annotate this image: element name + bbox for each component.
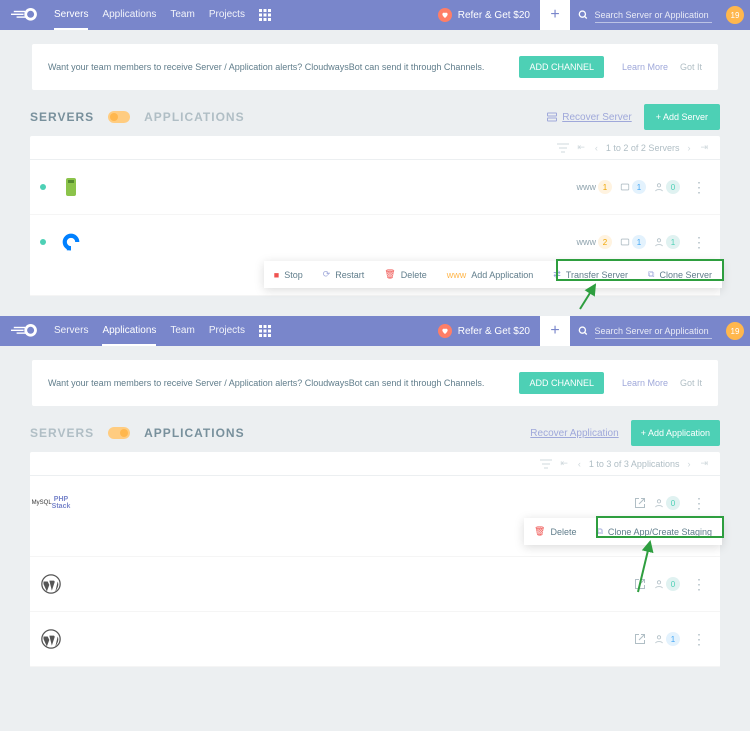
add-button[interactable]: + (540, 316, 570, 346)
nav-applications[interactable]: Applications (102, 317, 156, 346)
app-name-redacted (72, 626, 192, 652)
learn-more-link[interactable]: Learn More (622, 62, 668, 72)
learn-more-link[interactable]: Learn More (622, 378, 668, 388)
applications-card: ⇤ ‹ 1 to 3 of 3 Applications › ⇥ MySQLPH… (30, 452, 720, 667)
servers-card: ⇤ ‹ 1 to 2 of 2 Servers › ⇥ www1 1 0 ⋮ (30, 136, 720, 296)
view-toggle[interactable] (108, 111, 130, 123)
provider-digitalocean-icon (60, 231, 82, 253)
wordpress-icon (40, 628, 62, 650)
menu-transfer-server[interactable]: ⇄Transfer Server (543, 261, 638, 288)
add-server-button[interactable]: + Add Server (644, 104, 720, 130)
add-channel-button[interactable]: ADD CHANNEL (519, 56, 604, 78)
page-first-icon[interactable]: ⇤ (575, 142, 587, 153)
search-icon (578, 9, 589, 21)
stat-projects: 1 (620, 180, 646, 194)
open-external-icon[interactable] (634, 497, 646, 509)
refer-label: Refer & Get $20 (458, 10, 530, 21)
page-last-icon[interactable]: ⇥ (698, 142, 710, 153)
menu-delete[interactable]: 🗑Delete (374, 261, 436, 288)
page-next-icon[interactable]: › (685, 459, 692, 469)
pagination-label: 1 to 3 of 3 Applications (589, 459, 680, 469)
nav-team[interactable]: Team (170, 1, 194, 30)
sort-icon[interactable] (540, 459, 552, 469)
row-menu-button[interactable]: ⋮ (688, 576, 710, 593)
channels-alert: Want your team members to receive Server… (32, 44, 718, 90)
menu-restart[interactable]: ⟳Restart (313, 261, 375, 288)
got-it-button[interactable]: Got It (680, 378, 702, 388)
nav-projects[interactable]: Projects (209, 1, 245, 30)
refer-button[interactable]: Refer & Get $20 (428, 324, 540, 338)
nav-team[interactable]: Team (170, 317, 194, 346)
apps-grid-icon[interactable] (259, 325, 271, 337)
tab-applications[interactable]: APPLICATIONS (144, 426, 244, 440)
logo[interactable] (0, 7, 50, 23)
row-menu-button[interactable]: ⋮ (688, 234, 710, 251)
nav-servers[interactable]: Servers (54, 317, 88, 346)
server-name-redacted (92, 174, 212, 200)
server-context-menu: ■Stop ⟳Restart 🗑Delete wwwAdd Applicatio… (264, 261, 722, 288)
tab-servers[interactable]: SERVERS (30, 426, 94, 440)
row-menu-button[interactable]: ⋮ (688, 495, 710, 512)
wordpress-icon (40, 573, 62, 595)
open-external-icon[interactable] (634, 578, 646, 590)
php-stack-icon: MySQLPHP Stack (40, 492, 62, 514)
app-name-redacted (72, 571, 192, 597)
app-context-menu: 🗑Delete ⧉Clone App/Create Staging (524, 518, 722, 545)
recover-application-link[interactable]: Recover Application (530, 428, 618, 439)
server-row[interactable]: www2 1 1 ⋮ ■Stop ⟳Restart 🗑Delete wwwAdd… (30, 215, 720, 296)
notification-badge[interactable]: 19 (726, 6, 744, 24)
menu-clone-app[interactable]: ⧉Clone App/Create Staging (586, 518, 722, 545)
status-dot (40, 184, 46, 190)
logo[interactable] (0, 323, 50, 339)
search-icon (578, 325, 589, 337)
menu-add-application[interactable]: wwwAdd Application (437, 261, 544, 288)
page-prev-icon[interactable]: ‹ (593, 143, 600, 153)
view-toggle[interactable] (108, 427, 130, 439)
application-row[interactable]: MySQLPHP Stack 0 ⋮ 🗑Delete ⧉Clone App/Cr… (30, 476, 720, 557)
recover-icon (546, 111, 558, 123)
server-row[interactable]: www1 1 0 ⋮ (30, 160, 720, 215)
notification-badge[interactable]: 19 (726, 322, 744, 340)
heart-icon (438, 8, 452, 22)
nav-projects[interactable]: Projects (209, 317, 245, 346)
tab-servers[interactable]: SERVERS (30, 110, 94, 124)
app-name-redacted (72, 490, 192, 516)
menu-stop[interactable]: ■Stop (264, 261, 313, 288)
tab-applications[interactable]: APPLICATIONS (144, 110, 244, 124)
server-name-redacted (92, 229, 212, 255)
search-input[interactable] (595, 324, 712, 339)
page-last-icon[interactable]: ⇥ (698, 458, 710, 469)
nav-applications[interactable]: Applications (102, 1, 156, 30)
stat-www: www1 (577, 180, 613, 194)
stat-users: 0 (654, 180, 680, 194)
status-dot (40, 239, 46, 245)
add-application-button[interactable]: + Add Application (631, 420, 720, 446)
sort-icon[interactable] (557, 143, 569, 153)
got-it-button[interactable]: Got It (680, 62, 702, 72)
pagination-label: 1 to 2 of 2 Servers (606, 143, 680, 153)
menu-clone-server[interactable]: ⧉Clone Server (638, 261, 722, 288)
application-row[interactable]: 1 ⋮ (30, 612, 720, 667)
row-menu-button[interactable]: ⋮ (688, 179, 710, 196)
page-prev-icon[interactable]: ‹ (576, 459, 583, 469)
nav-servers[interactable]: Servers (54, 1, 88, 30)
application-row[interactable]: 0 ⋮ (30, 557, 720, 612)
alert-message: Want your team members to receive Server… (48, 62, 519, 72)
page-next-icon[interactable]: › (685, 143, 692, 153)
heart-icon (438, 324, 452, 338)
open-external-icon[interactable] (634, 633, 646, 645)
provider-icon (60, 176, 82, 198)
add-button[interactable]: + (540, 0, 570, 30)
row-menu-button[interactable]: ⋮ (688, 631, 710, 648)
recover-server-link[interactable]: Recover Server (546, 111, 631, 123)
refer-button[interactable]: Refer & Get $20 (428, 8, 540, 22)
channels-alert: Want your team members to receive Server… (32, 360, 718, 406)
apps-grid-icon[interactable] (259, 9, 271, 21)
menu-delete[interactable]: 🗑Delete (524, 518, 586, 545)
page-first-icon[interactable]: ⇤ (558, 458, 570, 469)
add-channel-button[interactable]: ADD CHANNEL (519, 372, 604, 394)
search-input[interactable] (595, 8, 712, 23)
